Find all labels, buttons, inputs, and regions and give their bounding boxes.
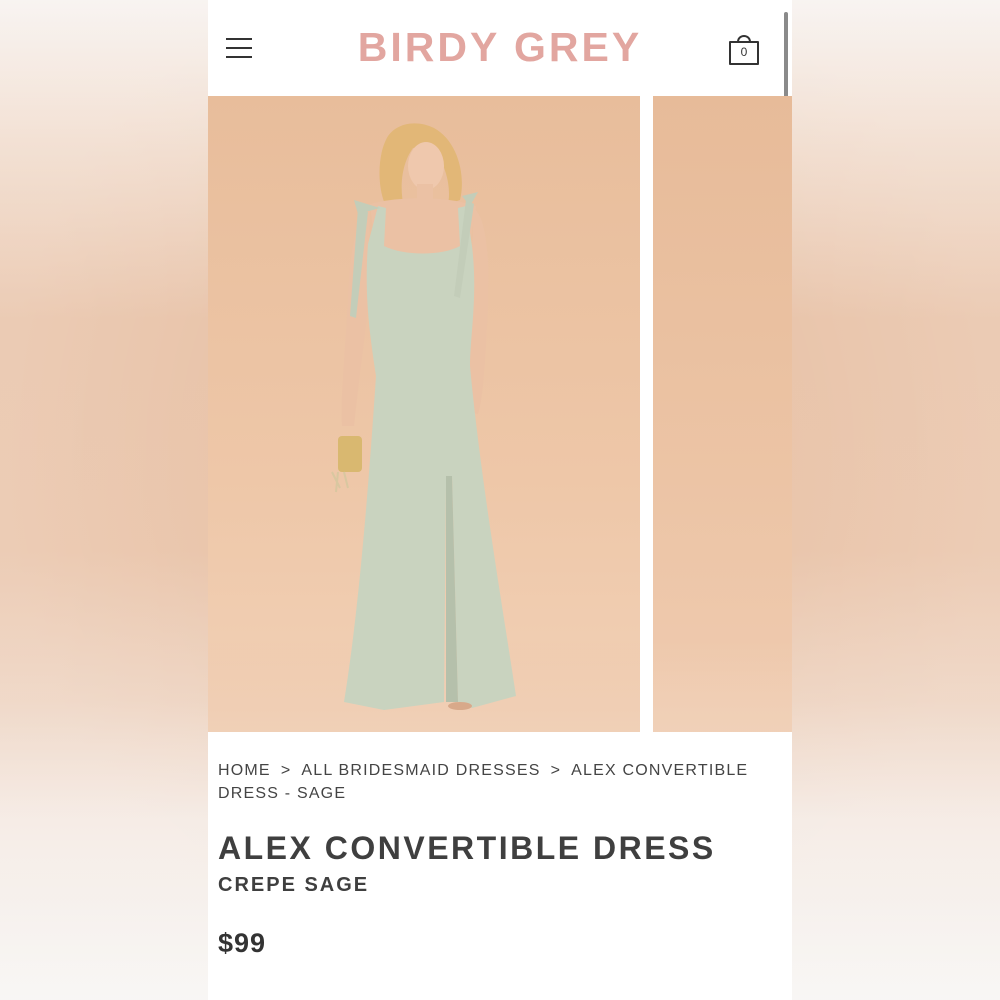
shopping-bag-icon[interactable]: 0 [726, 30, 762, 68]
breadcrumb-home[interactable]: HOME [218, 762, 271, 779]
product-image-next[interactable] [653, 96, 792, 732]
breadcrumb-all-bridesmaid-dresses[interactable]: ALL BRIDESMAID DRESSES [301, 762, 540, 779]
breadcrumb-separator: > [280, 762, 292, 779]
mobile-page: BIRDY GREY 0 HOME > ALL BRIDESMAID DRESS… [208, 0, 792, 1000]
product-title: ALEX CONVERTIBLE DRESS [218, 830, 716, 866]
breadcrumb-separator: > [550, 762, 562, 779]
product-image-main[interactable] [208, 96, 640, 732]
site-header: BIRDY GREY 0 [208, 0, 792, 130]
product-price: $99 [218, 928, 267, 958]
brand-logo[interactable]: BIRDY GREY [208, 24, 792, 71]
product-image-gallery[interactable] [208, 96, 792, 732]
cart-count: 0 [740, 45, 748, 59]
product-variant: CREPE SAGE [218, 874, 370, 896]
breadcrumb: HOME > ALL BRIDESMAID DRESSES > ALEX CONVERT… [218, 759, 758, 805]
model-in-dress-illustration [331, 123, 516, 710]
